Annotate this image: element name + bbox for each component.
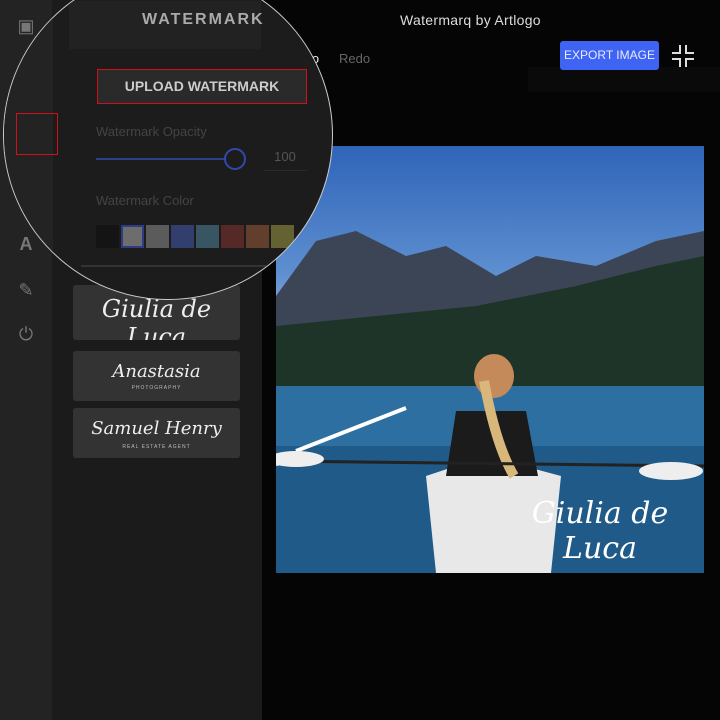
color-label: Watermark Color bbox=[96, 193, 194, 208]
opacity-label: Watermark Opacity bbox=[96, 124, 207, 139]
effects-icon[interactable]: ⏻ bbox=[14, 322, 38, 346]
minimize-icon[interactable] bbox=[670, 43, 696, 69]
color-swatch[interactable] bbox=[171, 225, 194, 248]
canvas-image[interactable]: Giulia de Luca bbox=[276, 146, 704, 573]
export-image-button[interactable]: EXPORT IMAGE bbox=[560, 41, 659, 70]
color-swatch[interactable] bbox=[246, 225, 269, 248]
opacity-slider-track[interactable] bbox=[96, 158, 234, 160]
color-swatch[interactable] bbox=[96, 225, 119, 248]
color-swatches bbox=[96, 225, 294, 248]
opacity-slider-handle[interactable] bbox=[224, 148, 246, 170]
app-title: Watermarq by Artlogo bbox=[400, 12, 541, 28]
redo-button[interactable]: Redo bbox=[339, 51, 370, 66]
watermark-tool-highlight bbox=[16, 113, 58, 155]
watermark-overlay[interactable]: Giulia de Luca bbox=[496, 496, 704, 566]
signature-card[interactable]: Samuel Henry REAL ESTATE AGENT bbox=[73, 408, 240, 458]
magnifier: WATERMARK UPLOAD WATERMARK Watermark Opa… bbox=[3, 0, 333, 300]
panel-heading: WATERMARK bbox=[142, 11, 265, 28]
color-swatch[interactable] bbox=[196, 225, 219, 248]
color-swatch[interactable] bbox=[221, 225, 244, 248]
opacity-value[interactable]: 100 bbox=[263, 149, 307, 171]
secondary-bar bbox=[528, 67, 720, 92]
color-swatch[interactable] bbox=[146, 225, 169, 248]
upload-watermark-button[interactable]: UPLOAD WATERMARK bbox=[97, 69, 307, 104]
signature-card[interactable]: Anastasia PHOTOGRAPHY bbox=[73, 351, 240, 401]
color-swatch[interactable] bbox=[271, 225, 294, 248]
color-swatch[interactable] bbox=[121, 225, 144, 248]
